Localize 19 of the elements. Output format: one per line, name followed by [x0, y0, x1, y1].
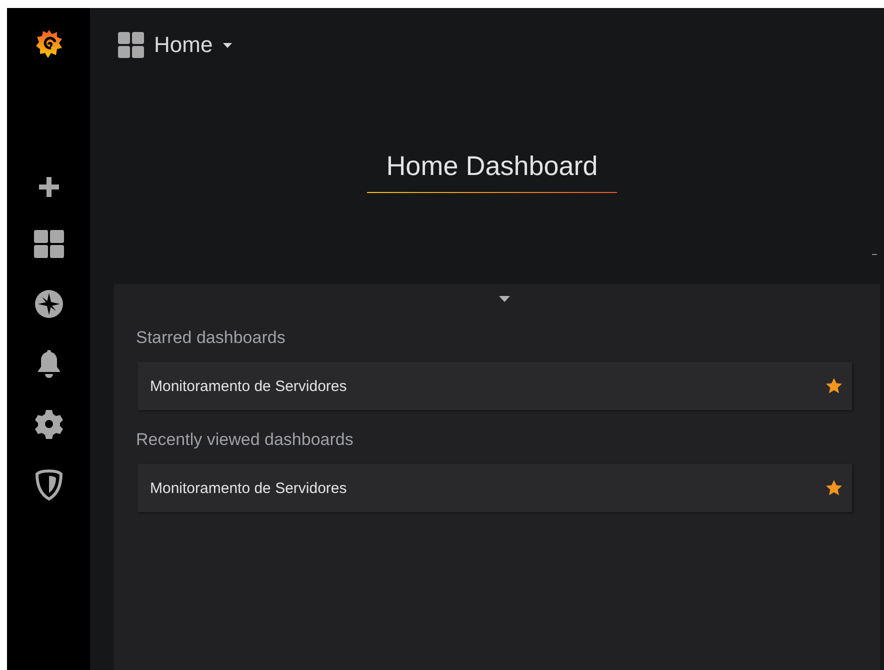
star-icon[interactable]	[825, 479, 843, 497]
bell-icon[interactable]	[36, 349, 62, 379]
caret-icon	[222, 42, 232, 48]
star-icon[interactable]	[825, 377, 843, 395]
dashboard-name: Monitoramento de Servidores	[150, 378, 347, 394]
dashboard-name: Monitoramento de Servidores	[150, 480, 347, 496]
grid-icon	[118, 32, 144, 58]
plus-icon[interactable]	[36, 175, 60, 199]
caret-icon[interactable]	[498, 296, 510, 302]
gear-icon[interactable]	[34, 409, 64, 439]
shield-icon[interactable]	[34, 469, 62, 501]
dashboard-link[interactable]: Monitoramento de Servidores	[138, 362, 852, 410]
section-heading: Starred dashboards	[136, 328, 286, 348]
dashboard-picker[interactable]: Home	[118, 32, 232, 58]
grid-icon[interactable]	[32, 229, 64, 259]
section-heading: Recently viewed dashboards	[136, 430, 354, 450]
dashboard-title: Home Dashboard	[385, 151, 599, 183]
compass-icon[interactable]	[34, 289, 64, 319]
dashboard-link[interactable]: Monitoramento de Servidores	[138, 464, 852, 512]
